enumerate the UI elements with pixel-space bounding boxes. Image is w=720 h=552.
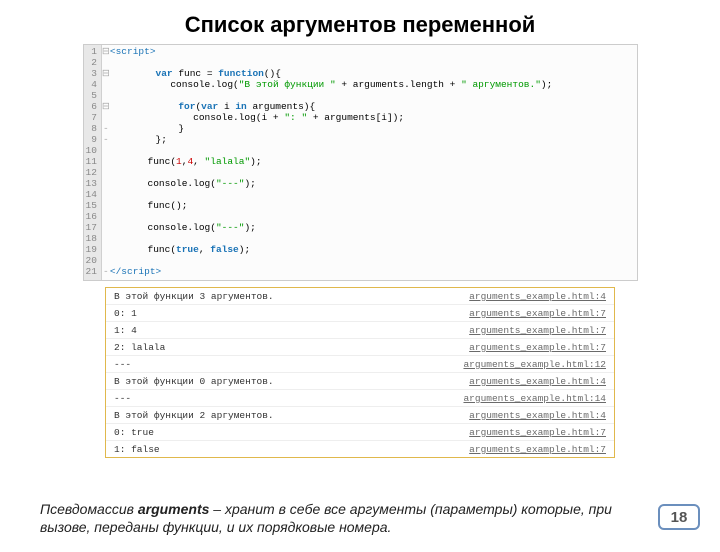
code-token: , [199,244,210,255]
console-row: В этой функции 3 аргументов. arguments_ex… [106,288,614,305]
code-token: ); [239,244,250,255]
code-token: ); [541,79,552,90]
console-src: arguments_example.html:7 [469,444,606,455]
code-token: ": " [284,112,307,123]
console-msg: 2: lalala [114,342,165,353]
console-src: arguments_example.html:7 [469,308,606,319]
code-token: "---" [216,222,245,233]
code-token: console.log( [102,79,239,90]
console-msg: В этой функции 2 аргументов. [114,410,274,421]
console-src: arguments_example.html:7 [469,427,606,438]
code-token: i [218,101,235,112]
console-output: В этой функции 3 аргументов. arguments_ex… [105,287,615,458]
code-token: false [210,244,239,255]
code-token: (){ [264,68,281,79]
code-token: ); [250,156,261,167]
console-row: 1: 4 arguments_example.html:7 [106,322,614,339]
console-src: arguments_example.html:12 [463,359,606,370]
console-row: 2: lalala arguments_example.html:7 [106,339,614,356]
footer-bold: arguments [138,501,210,517]
code-editor: 1 2 3 4 5 6 7 8 9 10 11 12 13 14 15 16 1… [83,44,638,281]
code-token: ); [244,222,255,233]
console-src: arguments_example.html:14 [463,393,606,404]
code-token: func(); [102,200,188,211]
console-src: arguments_example.html:4 [469,376,606,387]
code-token: } [110,123,184,134]
console-row: 0: true arguments_example.html:7 [106,424,614,441]
console-src: arguments_example.html:4 [469,410,606,421]
code-token: </script> [110,266,161,277]
code-token: ); [244,178,255,189]
console-row: --- arguments_example.html:14 [106,390,614,407]
console-src: arguments_example.html:7 [469,325,606,336]
page-number-badge: 18 [658,504,700,530]
code-token: console.log( [102,222,216,233]
console-src: arguments_example.html:4 [469,291,606,302]
console-msg: 1: 4 [114,325,137,336]
code-token: var [156,68,173,79]
code-token: func( [102,244,176,255]
code-token: for [178,101,195,112]
code-token: func = [173,68,219,79]
code-token: func( [102,156,176,167]
code-token: "lalala" [205,156,251,167]
code-token: <script> [110,46,156,57]
code-token: "В этой функции " [239,79,336,90]
code-token: }; [110,134,167,145]
code-token: + arguments.length + [336,79,461,90]
code-token: in [235,101,246,112]
console-msg: --- [114,393,131,404]
code-token: true [176,244,199,255]
code-token: " аргументов." [461,79,541,90]
console-row: 1: false arguments_example.html:7 [106,441,614,457]
code-token: console.log(i + [102,112,284,123]
code-token: var [201,101,218,112]
console-msg: 0: true [114,427,154,438]
page-title: Список аргументов переменной [0,12,720,38]
line-gutter: 1 2 3 4 5 6 7 8 9 10 11 12 13 14 15 16 1… [84,45,102,280]
code-token: function [218,68,264,79]
console-msg: В этой функции 0 аргументов. [114,376,274,387]
code-lines: ⊟<script> ⊟ var func = function(){ conso… [102,45,637,280]
console-row: В этой функции 2 аргументов. arguments_ex… [106,407,614,424]
console-row: 0: 1 arguments_example.html:7 [106,305,614,322]
console-msg: --- [114,359,131,370]
code-token: "---" [216,178,245,189]
console-src: arguments_example.html:7 [469,342,606,353]
console-msg: 1: false [114,444,160,455]
console-msg: 0: 1 [114,308,137,319]
code-token: arguments){ [247,101,315,112]
footer-description: Псевдомассив arguments – хранит в себе в… [40,500,620,536]
console-row: --- arguments_example.html:12 [106,356,614,373]
code-token: , [193,156,204,167]
console-msg: В этой функции 3 аргументов. [114,291,274,302]
footer-pre: Псевдомассив [40,501,138,517]
code-token: console.log( [102,178,216,189]
console-row: В этой функции 0 аргументов. arguments_ex… [106,373,614,390]
code-token: + arguments[i]); [307,112,404,123]
gutter-num: 21 [86,267,97,278]
